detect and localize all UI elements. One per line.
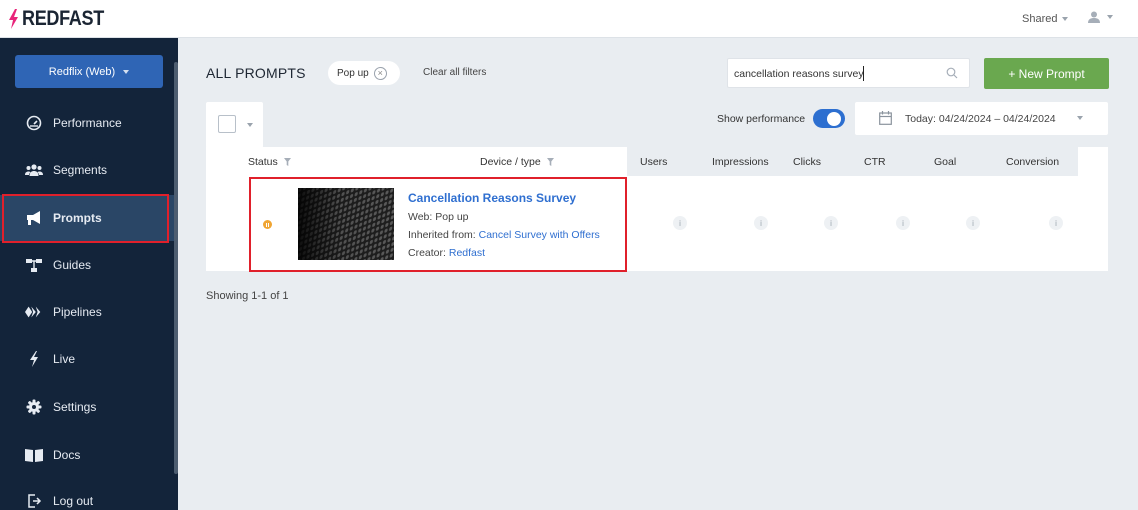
sidebar-item-label: Settings bbox=[53, 400, 97, 414]
bulk-select[interactable] bbox=[206, 102, 263, 148]
pagination-summary: Showing 1-1 of 1 bbox=[206, 290, 289, 302]
user-icon bbox=[1088, 11, 1100, 23]
column-label: Status bbox=[248, 156, 278, 168]
chevron-down-icon bbox=[1077, 116, 1083, 120]
column-header-goal[interactable]: Goal bbox=[934, 156, 956, 168]
conversion-info-icon[interactable]: i bbox=[1049, 216, 1063, 230]
shared-dropdown[interactable]: Shared bbox=[1022, 13, 1069, 25]
shared-label: Shared bbox=[1022, 13, 1058, 25]
chevron-down-icon bbox=[123, 69, 130, 74]
chevron-down-icon bbox=[1062, 17, 1069, 21]
column-header-users[interactable]: Users bbox=[640, 156, 667, 168]
new-prompt-button[interactable]: + New Prompt bbox=[984, 58, 1109, 89]
select-all-checkbox[interactable] bbox=[218, 115, 236, 133]
sidebar-item-settings[interactable]: Settings bbox=[0, 384, 174, 430]
sidebar-item-label: Log out bbox=[53, 494, 94, 508]
sidebar-item-live[interactable]: Live bbox=[0, 336, 174, 382]
sidebar-item-label: Segments bbox=[53, 163, 108, 177]
impressions-info-icon[interactable]: i bbox=[754, 216, 768, 230]
show-performance-toggle[interactable] bbox=[813, 109, 845, 128]
column-header-conversion[interactable]: Conversion bbox=[1006, 156, 1059, 168]
sidebar: Redflix (Web) Performance Segments Promp… bbox=[0, 38, 178, 510]
app-selector-label: Redflix (Web) bbox=[48, 65, 116, 78]
book-icon bbox=[25, 446, 43, 464]
ctr-info-icon[interactable]: i bbox=[896, 216, 910, 230]
row-highlight-outline bbox=[249, 177, 627, 272]
gauge-icon bbox=[25, 114, 43, 132]
app-selector[interactable]: Redflix (Web) bbox=[15, 55, 163, 88]
calendar-icon bbox=[879, 111, 892, 125]
goal-info-icon[interactable]: i bbox=[966, 216, 980, 230]
column-header-status[interactable]: Status bbox=[248, 156, 291, 168]
toggle-knob bbox=[827, 111, 841, 126]
filter-chip-label: Pop up bbox=[337, 67, 369, 79]
column-header-clicks[interactable]: Clicks bbox=[793, 156, 821, 168]
search-input[interactable] bbox=[734, 65, 934, 82]
sidebar-item-label: Pipelines bbox=[53, 305, 102, 319]
column-header-device-type[interactable]: Device / type bbox=[480, 156, 554, 168]
sidebar-item-label: Live bbox=[53, 352, 76, 366]
users-icon bbox=[25, 161, 43, 179]
user-menu[interactable] bbox=[1087, 10, 1113, 24]
bolt-logo-icon bbox=[9, 9, 18, 29]
sidebar-item-logout[interactable]: Log out bbox=[0, 478, 174, 510]
clear-filters-link[interactable]: Clear all filters bbox=[423, 67, 486, 78]
bolt-icon bbox=[25, 350, 43, 368]
column-label: Device / type bbox=[480, 156, 541, 168]
sidebar-item-label: Performance bbox=[53, 116, 122, 130]
prompts-highlight-outline bbox=[2, 194, 169, 243]
filter-icon[interactable] bbox=[283, 158, 291, 166]
sidebar-item-docs[interactable]: Docs bbox=[0, 432, 174, 478]
search-icon[interactable] bbox=[946, 67, 958, 79]
gear-icon bbox=[25, 398, 43, 416]
search-box[interactable] bbox=[727, 58, 970, 88]
top-bar: REDFAST Shared bbox=[0, 0, 1138, 38]
logout-icon bbox=[25, 492, 43, 510]
logo-text: REDFAST bbox=[22, 7, 104, 30]
pipelines-icon bbox=[25, 303, 43, 321]
close-icon[interactable]: × bbox=[373, 66, 387, 80]
sidebar-item-label: Guides bbox=[53, 258, 92, 272]
text-cursor bbox=[863, 66, 864, 81]
column-header-impressions[interactable]: Impressions bbox=[712, 156, 769, 168]
column-header-ctr[interactable]: CTR bbox=[864, 156, 886, 168]
sitemap-icon bbox=[25, 256, 43, 274]
chevron-down-icon[interactable] bbox=[247, 123, 253, 127]
page-title: ALL PROMPTS bbox=[206, 65, 306, 81]
sidebar-item-segments[interactable]: Segments bbox=[0, 147, 174, 193]
clicks-info-icon[interactable]: i bbox=[824, 216, 838, 230]
show-performance-label: Show performance bbox=[717, 113, 806, 125]
sidebar-item-guides[interactable]: Guides bbox=[0, 242, 174, 288]
table-header: Status Device / type Users Impressions C… bbox=[206, 147, 1108, 176]
filter-icon[interactable] bbox=[546, 158, 554, 166]
users-info-icon[interactable]: i bbox=[673, 216, 687, 230]
sidebar-item-performance[interactable]: Performance bbox=[0, 100, 174, 146]
chevron-down-icon bbox=[1107, 15, 1113, 19]
date-range-picker[interactable]: Today: 04/24/2024 – 04/24/2024 bbox=[855, 102, 1108, 135]
sidebar-item-label: Docs bbox=[53, 448, 81, 462]
sidebar-scrollbar[interactable] bbox=[174, 62, 178, 474]
date-range-text: Today: 04/24/2024 – 04/24/2024 bbox=[905, 113, 1056, 125]
filter-chip-popup[interactable]: Pop up × bbox=[328, 61, 400, 85]
sidebar-item-pipelines[interactable]: Pipelines bbox=[0, 289, 174, 335]
redfast-logo[interactable]: REDFAST bbox=[8, 7, 117, 31]
